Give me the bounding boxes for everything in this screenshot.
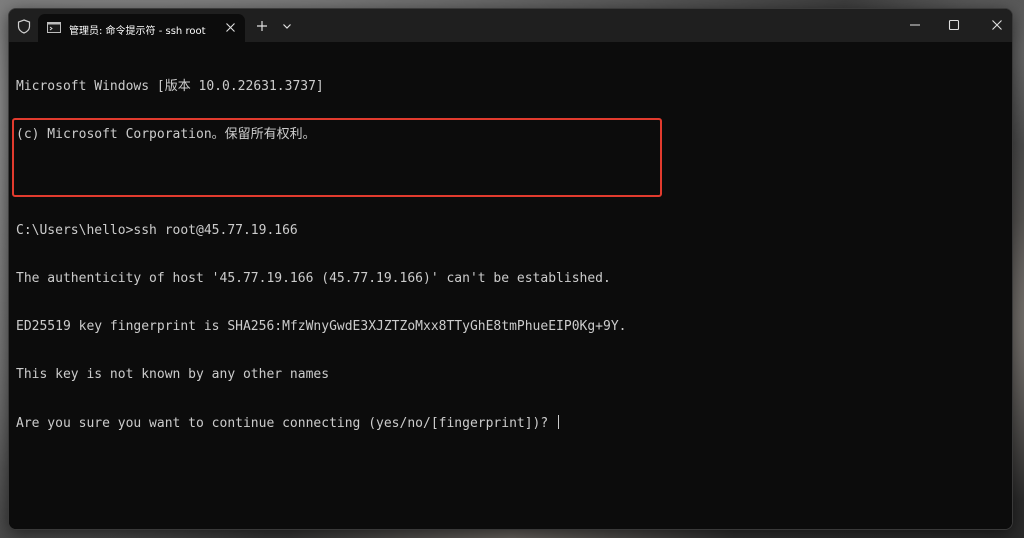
plus-icon[interactable] (254, 18, 270, 34)
tab-command-prompt[interactable]: 管理员: 命令提示符 - ssh root (38, 14, 245, 42)
terminal-line: The authenticity of host '45.77.19.166 (… (16, 271, 611, 286)
minimize-icon[interactable] (908, 18, 922, 32)
close-icon[interactable] (990, 18, 1004, 32)
terminal-line: ED25519 key fingerprint is SHA256:MfzWny… (16, 319, 627, 334)
shield-icon (17, 19, 31, 34)
terminal-line: This key is not known by any other names (16, 367, 330, 382)
maximize-icon[interactable] (947, 18, 961, 32)
tab-title: 管理员: 命令提示符 - ssh root (69, 26, 206, 37)
terminal-prompt-line: Are you sure you want to continue connec… (16, 415, 626, 431)
terminal-output[interactable]: Microsoft Windows [版本 10.0.22631.3737] (… (9, 42, 1012, 529)
title-bar[interactable]: 管理员: 命令提示符 - ssh root (9, 9, 1012, 42)
terminal-line: C:\Users\hello>ssh root@45.77.19.166 (16, 223, 298, 238)
chevron-down-icon[interactable] (281, 20, 293, 32)
terminal-text: Microsoft Windows [版本 10.0.22631.3737] (… (16, 47, 626, 463)
text-cursor (558, 415, 560, 429)
terminal-line: Microsoft Windows [版本 10.0.22631.3737] (16, 79, 324, 94)
close-icon[interactable] (225, 22, 236, 33)
terminal-icon (47, 22, 61, 33)
highlight-box (12, 118, 662, 197)
terminal-window: 管理员: 命令提示符 - ssh root Microsoft Windows … (8, 8, 1013, 530)
prompt-text: Are you sure you want to continue connec… (16, 416, 557, 431)
